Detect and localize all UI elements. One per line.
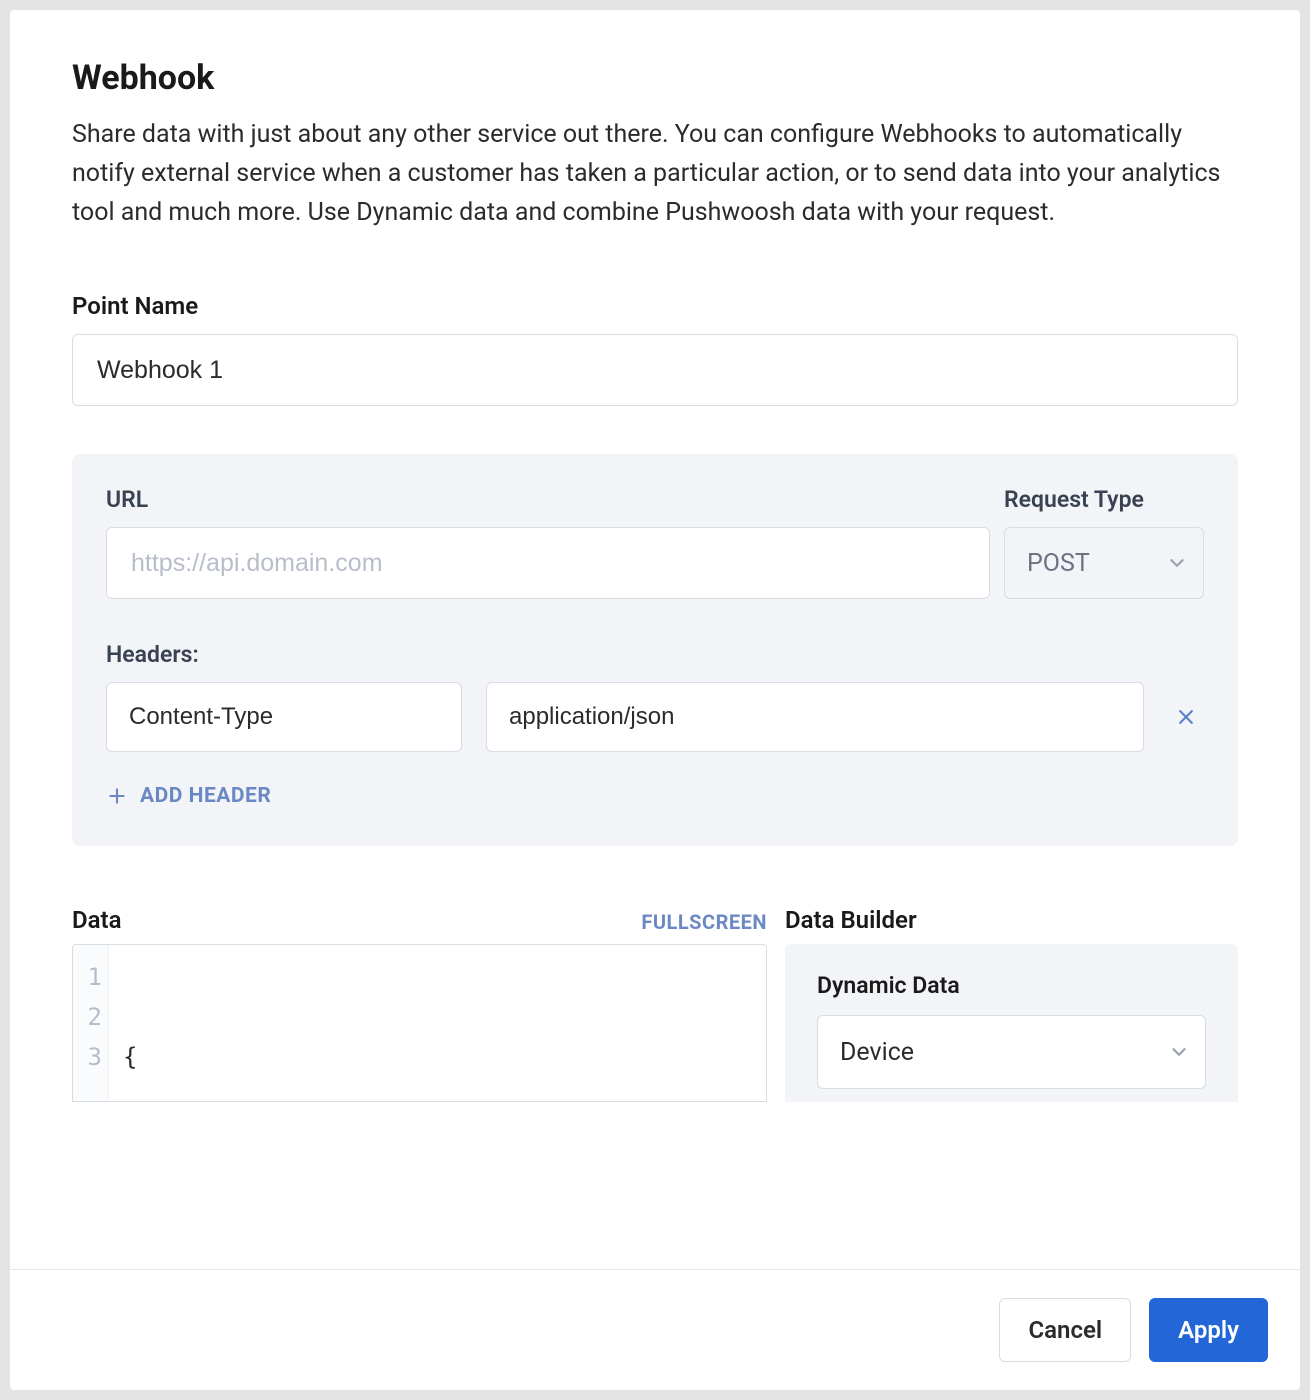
fullscreen-button[interactable]: FULLSCREEN (641, 910, 767, 934)
apply-button[interactable]: Apply (1149, 1298, 1268, 1362)
line-number: 2 (79, 997, 102, 1037)
page-title: Webhook (72, 58, 1238, 98)
webhook-modal: Webhook Share data with just about any o… (10, 10, 1300, 1390)
header-row (106, 682, 1204, 752)
data-builder-label: Data Builder (785, 906, 917, 934)
code-gutter: 1 2 3 (73, 945, 109, 1101)
dynamic-data-label: Dynamic Data (817, 972, 1206, 999)
close-icon (1176, 707, 1196, 727)
header-value-input[interactable] (486, 682, 1144, 752)
line-number: 1 (79, 957, 102, 997)
plus-icon (106, 785, 128, 807)
code-editor[interactable]: 1 2 3 { "hwid": "{{device:hwid}}" } (72, 944, 767, 1102)
request-panel: URL Request Type POST (72, 454, 1238, 846)
url-label: URL (106, 486, 990, 513)
header-key-input[interactable] (106, 682, 462, 752)
code-token: { (123, 1043, 137, 1071)
data-builder-panel: Dynamic Data Device (785, 944, 1238, 1102)
headers-label: Headers: (106, 641, 1204, 668)
page-description: Share data with just about any other ser… (72, 116, 1238, 232)
request-type-label: Request Type (1004, 486, 1204, 513)
point-name-input[interactable] (72, 334, 1238, 406)
data-label: Data (72, 906, 121, 934)
point-name-label: Point Name (72, 292, 1238, 320)
request-type-select[interactable]: POST (1004, 527, 1204, 599)
dynamic-data-value: Device (840, 1038, 914, 1067)
url-input[interactable] (106, 527, 990, 599)
code-area[interactable]: { "hwid": "{{device:hwid}}" } (109, 945, 766, 1101)
line-number: 3 (79, 1037, 102, 1077)
modal-body: Webhook Share data with just about any o… (10, 10, 1300, 1269)
modal-footer: Cancel Apply (10, 1269, 1300, 1390)
remove-header-button[interactable] (1168, 699, 1204, 735)
dynamic-data-select[interactable]: Device (817, 1015, 1206, 1089)
request-type-value: POST (1027, 549, 1090, 578)
add-header-button[interactable]: ADD HEADER (106, 784, 271, 808)
cancel-button[interactable]: Cancel (999, 1298, 1131, 1362)
add-header-label: ADD HEADER (140, 784, 271, 808)
